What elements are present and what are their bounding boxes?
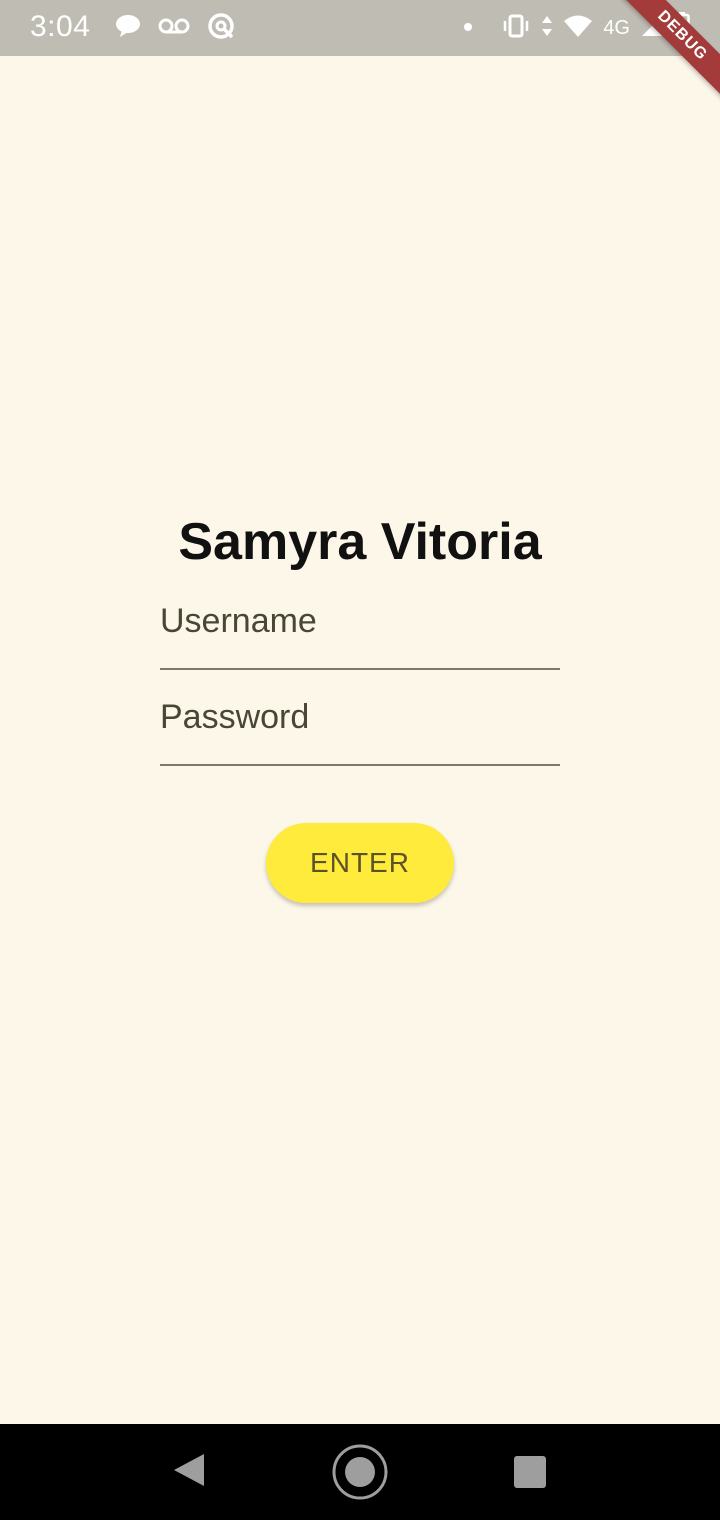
status-left-icons (114, 12, 236, 44)
enter-button[interactable]: ENTER (266, 823, 454, 903)
status-time: 3:04 (30, 10, 91, 43)
dot-icon (463, 19, 473, 37)
username-field[interactable]: Username (160, 598, 560, 670)
status-bar: 3:04 4G (0, 0, 720, 56)
back-icon[interactable] (172, 1452, 206, 1488)
password-placeholder: Password (160, 698, 310, 736)
vibrate-icon (501, 14, 531, 43)
network-type-label: 4G (603, 16, 630, 39)
chat-bubble-icon (114, 13, 142, 44)
recents-icon[interactable] (514, 1456, 546, 1488)
home-icon[interactable] (331, 1443, 389, 1501)
wifi-icon (563, 14, 593, 43)
data-arrows-icon (541, 14, 553, 43)
navigation-bar (0, 1424, 720, 1520)
username-placeholder: Username (160, 602, 317, 640)
app-title: Samyra Vitoria (178, 513, 542, 571)
password-field[interactable]: Password (160, 694, 560, 766)
voicemail-icon (158, 16, 190, 41)
sync-icon (206, 11, 236, 46)
